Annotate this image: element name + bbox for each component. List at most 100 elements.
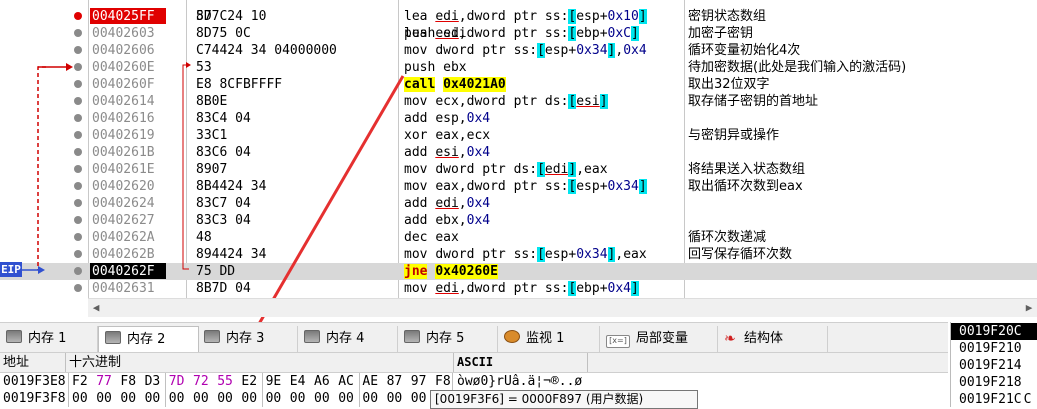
tab-8[interactable]: ❧ 结构体: [718, 326, 828, 352]
scroll-right-icon[interactable]: ▶: [1021, 300, 1037, 316]
instruction-operands: ebx,0x4: [435, 213, 491, 228]
dump-byte[interactable]: F2: [72, 373, 94, 390]
instruction-comment: 与密钥异或操作: [688, 128, 780, 143]
stack-row[interactable]: 0019F218: [951, 374, 1037, 391]
tab-label: 内存 1: [28, 331, 67, 346]
dump-byte[interactable]: 55: [217, 373, 239, 390]
tab-label: 局部变量: [636, 331, 689, 346]
tab-7[interactable]: [x=] 局部变量: [600, 326, 718, 352]
instruction-address: 00402619: [92, 128, 155, 143]
disasm-row[interactable]: 00402620 8B4424 34 mov eax,dword ptr ss:[e…: [0, 178, 1037, 195]
dump-byte[interactable]: 9E: [266, 373, 288, 390]
header-address[interactable]: 地址: [0, 353, 66, 372]
dump-byte[interactable]: A6: [314, 373, 336, 390]
disasm-row[interactable]: 00402616 83C4 04 add esp,0x4: [0, 110, 1037, 127]
memory-icon: [204, 330, 220, 343]
disasm-row[interactable]: 00402619 33C1 xor eax,ecx 与密钥异或操作: [0, 127, 1037, 144]
dump-byte[interactable]: E4: [290, 373, 312, 390]
disasm-row[interactable]: 00402624 83C7 04 add edi,0x4: [0, 195, 1037, 212]
watch-icon: [504, 330, 520, 343]
dump-byte[interactable]: AC: [338, 373, 360, 390]
instruction-operands: eax,dword ptr ss:[esp+0x34]: [435, 179, 647, 194]
tab-4[interactable]: 内存 4: [298, 326, 398, 352]
instruction-text: lea esi,dword ptr ss:[ebp+0xC]: [404, 25, 639, 42]
tab-label: 内存 3: [226, 331, 265, 346]
instruction-operands: edi,dword ptr ss:[ebp+0x4]: [435, 281, 639, 296]
dump-byte[interactable]: 00: [145, 390, 167, 407]
dump-byte[interactable]: 7D: [169, 373, 191, 390]
jump-arrows: [22, 63, 73, 274]
dump-byte[interactable]: E2: [241, 373, 263, 390]
dump-byte[interactable]: 00: [362, 390, 384, 407]
stack-row[interactable]: 0019F214: [951, 357, 1037, 374]
dump-byte[interactable]: 00: [72, 390, 94, 407]
tab-3[interactable]: 内存 3: [198, 326, 298, 352]
dump-byte[interactable]: 00: [290, 390, 312, 407]
disasm-row[interactable]: 00402606 C74424 34 04000000 mov dword ptr …: [0, 42, 1037, 59]
stack-address: 0019F21C: [959, 392, 1022, 407]
tab-label: 内存 5: [426, 331, 465, 346]
disasm-row[interactable]: 0040262B 894424 34 mov dword ptr ss:[esp+0…: [0, 246, 1037, 263]
dump-byte[interactable]: 00: [193, 390, 215, 407]
disasm-row[interactable]: 00402627 83C3 04 add ebx,0x4: [0, 212, 1037, 229]
instruction-address: 00402606: [92, 43, 155, 58]
dump-byte[interactable]: F8: [435, 373, 457, 390]
dump-byte[interactable]: 00: [96, 390, 118, 407]
dump-byte[interactable]: D3: [145, 373, 167, 390]
dump-byte[interactable]: F8: [120, 373, 142, 390]
dump-byte[interactable]: 87: [387, 373, 409, 390]
instruction-mnemonic: lea: [404, 9, 428, 24]
header-ascii[interactable]: ASCII: [454, 353, 588, 372]
disasm-row[interactable]: 0040260F E8 8CFBFFFF call 0x4021A0 取出32位双字: [0, 76, 1037, 93]
scroll-left-icon[interactable]: ◀: [88, 300, 104, 316]
instruction-comment: 循环变量初始化4次: [688, 43, 801, 58]
dump-row[interactable]: 0019F3E8 F2 77 F8 D3 7D 72 55 E2 9E E4 A6 AC AE 87 97 F8…: [0, 373, 948, 390]
disasm-row[interactable]: 00402631 8B7D 04 mov edi,dword ptr ss:[ebp…: [0, 280, 1037, 297]
memory-tooltip: [0019F3F6] = 0000F897 (用户数据): [430, 390, 698, 409]
stack-panel: 0019F20C 0019F210 0019F214 0019F218 0019F21C…: [950, 322, 1037, 407]
dump-byte[interactable]: 00: [169, 390, 191, 407]
tab-1[interactable]: 内存 1: [0, 326, 98, 352]
disasm-row[interactable]: 0040260E 53 push ebx 待加密数据(此处是我们输入的激活码): [0, 59, 1037, 76]
instruction-address: 00402627: [92, 213, 155, 228]
disasm-row[interactable]: 0040262F 75 DD jne 0x40260E: [0, 263, 1037, 280]
dump-byte[interactable]: 00: [241, 390, 263, 407]
dump-byte[interactable]: 00: [338, 390, 360, 407]
instruction-text: mov ecx,dword ptr ds:[esi]: [404, 93, 608, 110]
disasm-row[interactable]: 0040261B 83C6 04 add esi,0x4: [0, 144, 1037, 161]
dump-byte[interactable]: 00: [120, 390, 142, 407]
disasm-row[interactable]: 0040261E 8907 mov dword ptr ds:[edi],eax 将结…: [0, 161, 1037, 178]
instruction-bytes: 48: [196, 230, 212, 245]
dump-byte[interactable]: 97: [411, 373, 433, 390]
instruction-mnemonic: mov: [404, 43, 428, 58]
tab-5[interactable]: 内存 5: [398, 326, 498, 352]
instruction-operands: dword ptr ss:[esp+0x34],eax: [435, 247, 647, 262]
locals-icon: [x=]: [606, 335, 630, 348]
tab-6[interactable]: 监视 1: [498, 326, 600, 352]
dump-byte[interactable]: 77: [96, 373, 118, 390]
disasm-row[interactable]: 00402603 8D75 0C lea esi,dword ptr ss:[ebp…: [0, 25, 1037, 42]
tab-2[interactable]: 内存 2: [98, 326, 199, 353]
disasm-row[interactable]: 0040262A 48 dec eax 循环次数递减: [0, 229, 1037, 246]
dump-byte[interactable]: 72: [193, 373, 215, 390]
dump-byte[interactable]: AE: [362, 373, 384, 390]
disasm-row[interactable]: 004025FF 8D7C24 10 lea edi,dword ptr ss:[e…: [0, 8, 1037, 25]
stack-row[interactable]: 0019F20C: [951, 323, 1037, 340]
dump-byte[interactable]: 00: [266, 390, 288, 407]
dump-byte[interactable]: 00: [314, 390, 336, 407]
stack-row[interactable]: 0019F210: [951, 340, 1037, 357]
stack-row[interactable]: 0019F21C C: [951, 391, 1037, 408]
memory-icon: [6, 330, 22, 343]
disasm-row[interactable]: 00402614 8B0E mov ecx,dword ptr ds:[esi] 取存…: [0, 93, 1037, 110]
dump-byte[interactable]: 00: [387, 390, 409, 407]
instruction-operands: 0x40260E: [435, 264, 498, 279]
instruction-text: mov dword ptr ss:[esp+0x34],eax: [404, 246, 647, 263]
dump-byte[interactable]: 00: [217, 390, 239, 407]
header-hex[interactable]: 十六进制: [66, 353, 454, 372]
tab-label: 结构体: [744, 331, 784, 346]
instruction-text: call 0x4021A0: [404, 76, 506, 93]
stack-address: 0019F214: [959, 358, 1022, 373]
disasm-horizontal-scrollbar[interactable]: ◀ ▶: [88, 298, 1037, 317]
dump-tab-bar: 内存 1 内存 2 内存 3 内存 4 内存 5 监视 1 [x=] 局部变量 ❧ 结构体: [0, 322, 948, 353]
memory-icon: [404, 330, 420, 343]
